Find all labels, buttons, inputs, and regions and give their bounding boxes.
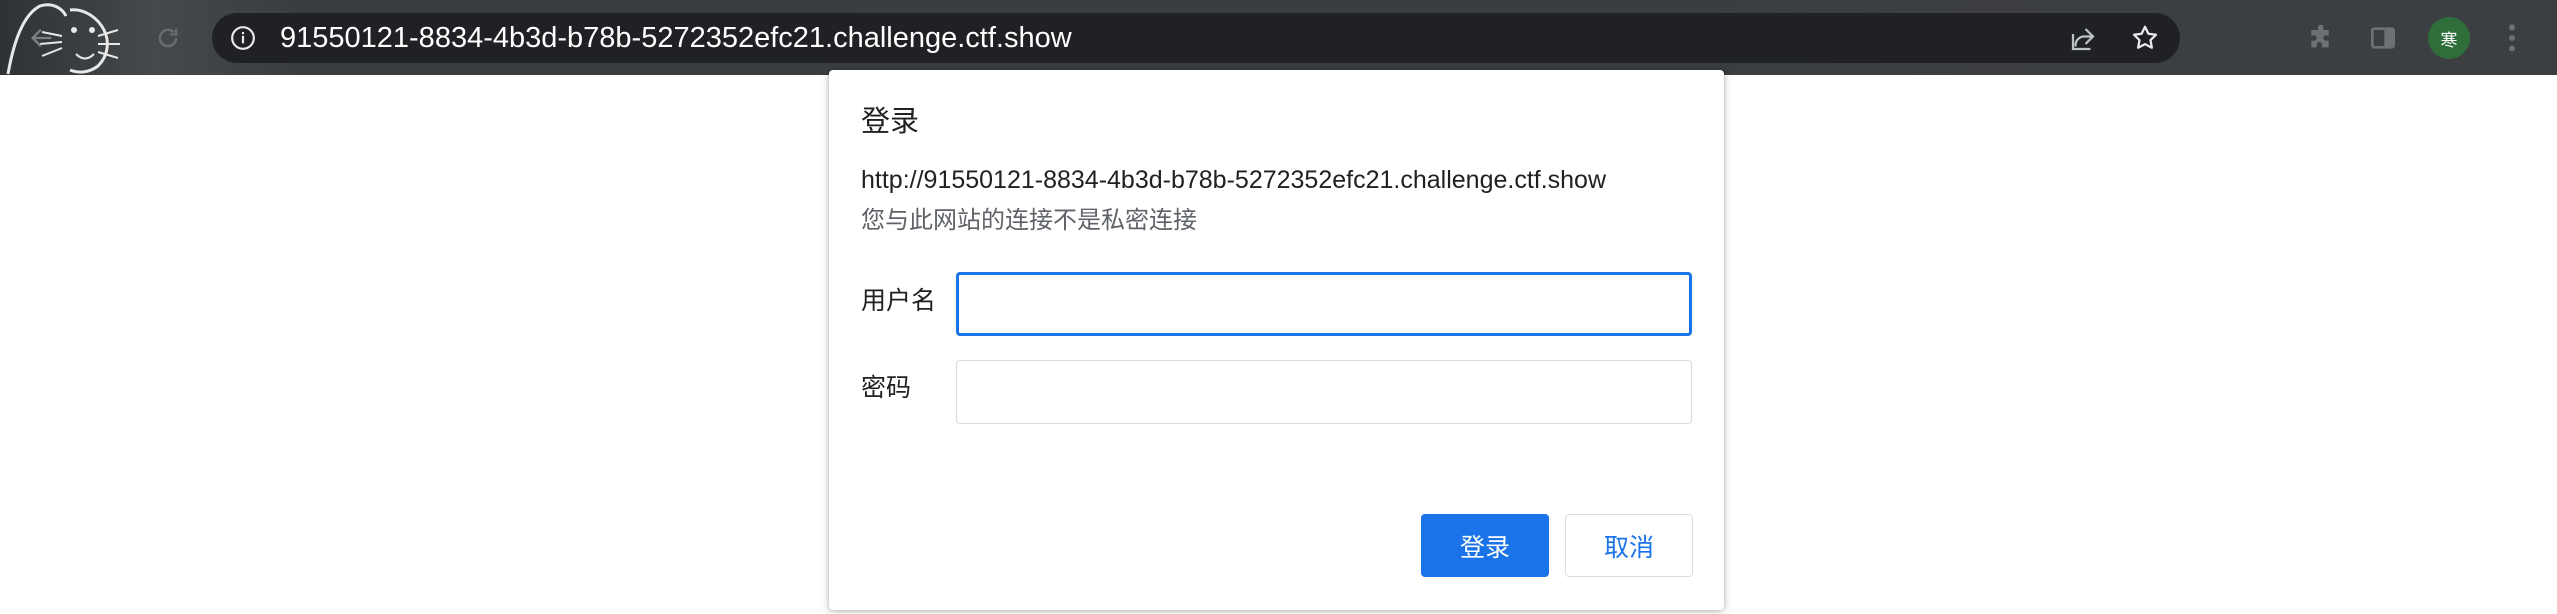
username-label: 用户名 — [861, 286, 937, 315]
star-icon[interactable] — [2130, 23, 2160, 53]
back-button[interactable] — [22, 18, 62, 58]
connection-warning: 您与此网站的连接不是私密连接 — [861, 206, 1197, 234]
arrow-left-icon — [31, 29, 52, 47]
profile-avatar[interactable]: 寒 — [2428, 17, 2470, 59]
login-dialog: 登录 http://91550121-8834-4b3d-b78b-527235… — [829, 70, 1724, 610]
password-label: 密码 — [861, 373, 912, 402]
password-input[interactable] — [956, 360, 1692, 424]
username-input[interactable] — [956, 272, 1692, 336]
url-text[interactable]: 91550121-8834-4b3d-b78b-5272352efc21.cha… — [280, 23, 1072, 53]
dialog-origin: http://91550121-8834-4b3d-b78b-5272352ef… — [861, 166, 1607, 194]
cancel-button[interactable]: 取消 — [1565, 514, 1693, 577]
login-button[interactable]: 登录 — [1421, 514, 1549, 577]
share-icon[interactable] — [2068, 24, 2098, 54]
side-panel-icon[interactable] — [2367, 22, 2399, 54]
browser-toolbar: 91550121-8834-4b3d-b78b-5272352efc21.cha… — [0, 0, 2557, 75]
address-bar[interactable]: 91550121-8834-4b3d-b78b-5272352efc21.cha… — [212, 13, 2180, 63]
info-icon[interactable] — [230, 25, 256, 51]
reload-icon — [158, 28, 178, 48]
reload-button[interactable] — [148, 18, 188, 58]
kebab-menu-icon[interactable] — [2497, 20, 2527, 56]
dialog-title: 登录 — [861, 104, 920, 138]
puzzle-icon[interactable] — [2306, 22, 2338, 54]
